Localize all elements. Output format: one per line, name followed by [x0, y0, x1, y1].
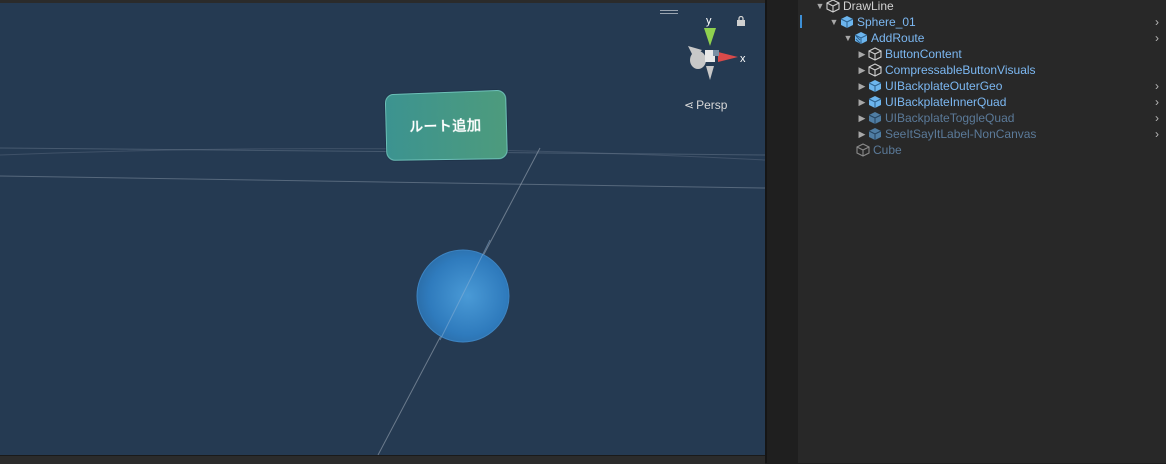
prefab-cube-icon — [868, 128, 882, 140]
cube-outline-icon — [856, 143, 870, 157]
hierarchy-item-label: Cube — [873, 143, 902, 157]
collapse-arrow-icon[interactable]: ▶ — [856, 97, 868, 108]
cube-outline-icon — [868, 47, 882, 61]
hierarchy-item-seeitsayit[interactable]: ▶ SeeItSayItLabel-NonCanvas — [856, 126, 1037, 142]
expand-arrow-icon[interactable]: ▼ — [842, 33, 854, 43]
expand-arrow-icon[interactable]: ▼ — [814, 1, 826, 11]
collapse-arrow-icon[interactable]: ▶ — [856, 81, 868, 92]
hierarchy-item-label: ButtonContent — [885, 47, 962, 61]
add-route-button[interactable]: ルート追加 — [384, 89, 508, 161]
collapse-arrow-icon[interactable]: ▶ — [856, 113, 868, 124]
chevron-right-icon[interactable]: › — [1155, 30, 1159, 46]
hierarchy-item-label: AddRoute — [871, 31, 925, 45]
chevron-right-icon[interactable]: › — [1155, 14, 1159, 30]
hierarchy-item-label: UIBackplateOuterGeo — [885, 79, 1003, 93]
collapse-arrow-icon[interactable]: ▶ — [856, 129, 868, 140]
hierarchy-item-outergeo[interactable]: ▶ UIBackplateOuterGeo — [856, 78, 1003, 94]
scene-grid — [0, 147, 765, 455]
prefab-variant-icon — [854, 32, 868, 44]
hierarchy-item-addroute[interactable]: ▼ AddRoute — [842, 30, 925, 46]
selection-indicator — [800, 15, 802, 28]
scene-drag-handle[interactable] — [660, 10, 678, 15]
perspective-icon: ⋖ — [684, 98, 695, 112]
chevron-right-icon[interactable]: › — [1155, 126, 1159, 142]
scene-view[interactable]: ルート追加 y x ⋖ Persp — [0, 0, 765, 455]
hierarchy-item-cube[interactable]: Cube — [856, 142, 902, 158]
collapse-arrow-icon[interactable]: ▶ — [856, 49, 868, 60]
hierarchy-item-drawline[interactable]: ▼ DrawLine — [814, 0, 894, 14]
hierarchy-item-label: UIBackplateInnerQuad — [885, 95, 1007, 109]
add-route-button-label: ルート追加 — [409, 117, 482, 136]
hierarchy-item-label: UIBackplateToggleQuad — [885, 111, 1015, 125]
cube-outline-icon — [868, 63, 882, 77]
collapse-arrow-icon[interactable]: ▶ — [856, 65, 868, 76]
chevron-right-icon[interactable]: › — [1155, 94, 1159, 110]
gizmo-y-label: y — [706, 15, 712, 27]
prefab-cube-icon — [868, 96, 882, 108]
hierarchy-item-innerquad[interactable]: ▶ UIBackplateInnerQuad — [856, 94, 1007, 110]
hierarchy-item-label: SeeItSayItLabel-NonCanvas — [885, 127, 1037, 141]
hierarchy-item-label: DrawLine — [843, 0, 894, 13]
cube-outline-icon — [826, 0, 840, 13]
gizmo-x-label: x — [740, 53, 746, 65]
prefab-cube-icon — [868, 80, 882, 92]
expand-arrow-icon[interactable]: ▼ — [828, 17, 840, 27]
hierarchy-item-label: Sphere_01 — [857, 15, 916, 29]
hierarchy-gutter — [767, 0, 798, 463]
prefab-cube-icon — [840, 16, 854, 28]
hierarchy-item-compressable[interactable]: ▶ CompressableButtonVisuals — [856, 62, 1036, 78]
chevron-right-icon[interactable]: › — [1155, 78, 1159, 94]
chevron-right-icon[interactable]: › — [1155, 110, 1159, 126]
hierarchy-item-label: CompressableButtonVisuals — [885, 63, 1036, 77]
hierarchy-item-sphere01[interactable]: ▼ Sphere_01 — [828, 14, 916, 30]
hierarchy-item-togglequad[interactable]: ▶ UIBackplateToggleQuad — [856, 110, 1015, 126]
persp-toggle[interactable]: ⋖ Persp — [684, 98, 727, 112]
hierarchy-item-buttoncontent[interactable]: ▶ ButtonContent — [856, 46, 962, 62]
persp-label: Persp — [696, 98, 728, 112]
prefab-cube-icon — [868, 112, 882, 124]
lock-icon[interactable] — [736, 16, 746, 26]
